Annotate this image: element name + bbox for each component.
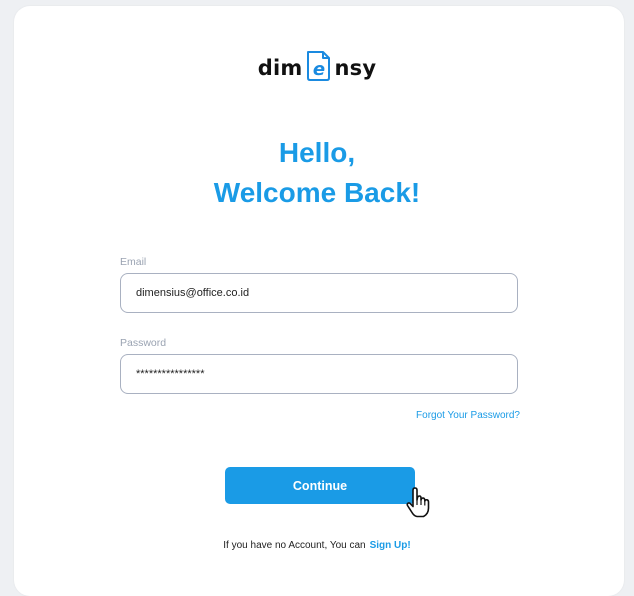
logo-document-e-icon: e <box>307 51 331 81</box>
forgot-password-link[interactable]: Forgot Your Password? <box>416 410 520 421</box>
logo-text-right: nsy <box>334 56 377 80</box>
greeting-line: Hello, <box>278 137 356 168</box>
email-label: Email <box>120 256 147 268</box>
password-field[interactable]: **************** <box>120 354 518 394</box>
continue-button[interactable]: Continue <box>225 467 415 504</box>
logo-mark-letter: e <box>313 59 325 80</box>
hand-pointer-icon <box>406 487 430 518</box>
password-label: Password <box>120 337 167 349</box>
signup-link[interactable]: Sign Up! <box>370 540 411 551</box>
signup-prompt: If you have no Account, You can Sign Up! <box>0 540 634 551</box>
logo-text-left: dim <box>257 56 303 80</box>
password-value: **************** <box>136 368 205 380</box>
signup-prompt-text: If you have no Account, You can <box>223 540 366 551</box>
email-field[interactable]: dimensius@office.co.id <box>120 273 518 313</box>
email-value: dimensius@office.co.id <box>136 287 250 299</box>
brand-logo: dim e nsy <box>0 50 634 86</box>
welcome-back-heading: Welcome Back! <box>213 177 421 208</box>
